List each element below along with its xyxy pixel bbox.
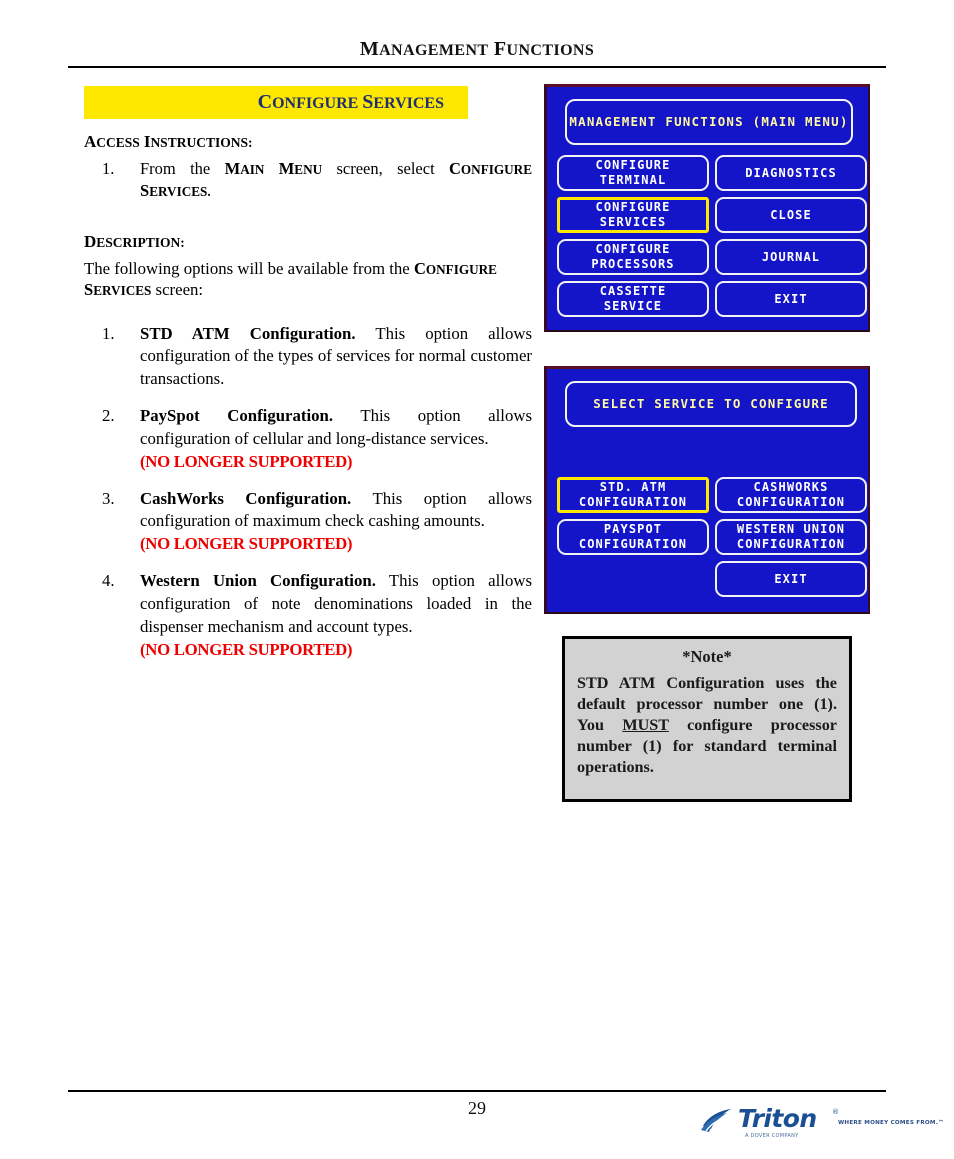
option-item: 4. Western Union Configuration. This opti… <box>84 570 532 661</box>
access-step-item: 1. From the MAIN MENU screen, select CONF… <box>102 159 532 200</box>
option-title: Western Union Configuration. <box>140 571 376 591</box>
list-number: 2. <box>102 406 115 426</box>
atm-button-label: EXIT <box>774 571 808 586</box>
list-number: 1. <box>102 323 115 343</box>
atm-button-label: STD. ATM CONFIGURATION <box>578 480 688 509</box>
atm-button-cashworks-configuration[interactable]: CASHWORKS CONFIGURATION <box>715 477 867 513</box>
atm-button-label: CONFIGURE SERVICES <box>595 200 671 229</box>
atm-button-journal[interactable]: JOURNAL <box>715 239 867 275</box>
option-unsupported-badge: (NO LONGER SUPPORTED) <box>140 451 353 471</box>
atm-screen-title-select-service: SELECT SERVICE TO CONFIGURE <box>565 381 857 427</box>
atm-screen-select-service: SELECT SERVICE TO CONFIGURE STD. ATM CON… <box>544 366 870 614</box>
atm-button-label: WESTERN UNION CONFIGURATION <box>736 522 846 551</box>
atm-button-label: PAYSPOT CONFIGURATION <box>578 522 688 551</box>
atm-button-label: DIAGNOSTICS <box>745 165 837 180</box>
description-body: The following options will be available … <box>84 258 497 300</box>
page-header-title: MANAGEMENT FUNCTIONS <box>0 38 954 61</box>
triton-tagline: WHERE MONEY COMES FROM.™ <box>838 1120 944 1126</box>
footer-divider-rule <box>68 1090 886 1092</box>
note-callout-box: *Note* STD ATM Configuration uses the de… <box>562 636 852 802</box>
atm-title-text: MANAGEMENT FUNCTIONS (MAIN MENU) <box>569 113 849 129</box>
atm-button-configure-processors[interactable]: CONFIGURE PROCESSORS <box>557 239 709 275</box>
atm-button-label: CONFIGURE TERMINAL <box>595 158 671 187</box>
access-instructions-heading: ACCESS INSTRUCTIONS: <box>84 132 253 151</box>
atm-button-western-union-configuration[interactable]: WESTERN UNION CONFIGURATION <box>715 519 867 555</box>
note-body: STD ATM Configuration uses the default p… <box>577 674 837 777</box>
option-item: 2. PaySpot Configuration. This option all… <box>84 405 532 474</box>
section-banner: CONFIGURE SERVICES <box>84 86 468 119</box>
triton-wordmark: Triton <box>738 1104 817 1133</box>
atm-button-payspot-configuration[interactable]: PAYSPOT CONFIGURATION <box>557 519 709 555</box>
option-unsupported-badge: (NO LONGER SUPPORTED) <box>140 639 353 659</box>
description-heading: DESCRIPTION: <box>84 231 185 251</box>
atm-button-cassette-service[interactable]: CASSETTE SERVICE <box>557 281 709 317</box>
options-list: 1. STD ATM Configuration. This option all… <box>84 323 532 662</box>
left-text-column: ACCESS INSTRUCTIONS: 1. From the MAIN MEN… <box>84 132 532 676</box>
page-header-title-text: MANAGEMENT FUNCTIONS <box>359 38 595 60</box>
triton-registered-mark: ® <box>832 1108 839 1116</box>
atm-button-configure-services[interactable]: CONFIGURE SERVICES <box>557 197 709 233</box>
atm-title-text: SELECT SERVICE TO CONFIGURE <box>593 395 829 411</box>
atm-screen-management-functions: MANAGEMENT FUNCTIONS (MAIN MENU) CONFIGU… <box>544 84 870 332</box>
atm-button-diagnostics[interactable]: DIAGNOSTICS <box>715 155 867 191</box>
atm-button-exit[interactable]: EXIT <box>715 281 867 317</box>
triton-subsidiary-line: A DOVER COMPANY <box>745 1133 799 1139</box>
option-title: PaySpot Configuration. <box>140 406 334 426</box>
atm-button-label: CONFIGURE PROCESSORS <box>591 242 675 271</box>
atm-button-close[interactable]: CLOSE <box>715 197 867 233</box>
atm-button-exit-services[interactable]: EXIT <box>715 561 867 597</box>
note-title: *Note* <box>682 647 732 666</box>
atm-screen-title-management-functions: MANAGEMENT FUNCTIONS (MAIN MENU) <box>565 99 853 145</box>
list-number: 3. <box>102 488 115 508</box>
atm-button-std-atm-configuration[interactable]: STD. ATM CONFIGURATION <box>557 477 709 513</box>
access-instructions-list: 1. From the MAIN MENU screen, select CONF… <box>84 158 532 202</box>
atm-button-label: CASHWORKS CONFIGURATION <box>736 480 846 509</box>
small-caps-term: CONFIGURE SERVICES. <box>140 159 532 200</box>
option-title: STD ATM Configuration. <box>140 323 356 343</box>
section-banner-label: CONFIGURE SERVICES <box>257 91 444 113</box>
note-emphasis: MUST <box>622 716 669 735</box>
small-caps-term: CONFIGURE SERVICES <box>84 258 497 300</box>
option-item: 3. CashWorks Configuration. This option a… <box>84 488 532 557</box>
header-divider-rule <box>68 66 886 68</box>
option-title: CashWorks Configuration. <box>140 488 352 508</box>
atm-button-label: CLOSE <box>770 207 812 222</box>
option-item: 1. STD ATM Configuration. This option all… <box>84 323 532 392</box>
atm-button-label: CASSETTE SERVICE <box>599 284 667 313</box>
triton-swoosh-icon <box>701 1109 731 1132</box>
atm-button-label: EXIT <box>774 291 808 306</box>
list-number: 4. <box>102 571 115 591</box>
option-unsupported-badge: (NO LONGER SUPPORTED) <box>140 534 353 554</box>
list-number: 1. <box>102 159 115 178</box>
triton-logo: Triton ® WHERE MONEY COMES FROM.™ A DOVE… <box>700 1104 944 1146</box>
small-caps-term: MAIN MENU <box>224 159 323 178</box>
atm-button-label: JOURNAL <box>761 249 821 264</box>
atm-button-configure-terminal[interactable]: CONFIGURE TERMINAL <box>557 155 709 191</box>
